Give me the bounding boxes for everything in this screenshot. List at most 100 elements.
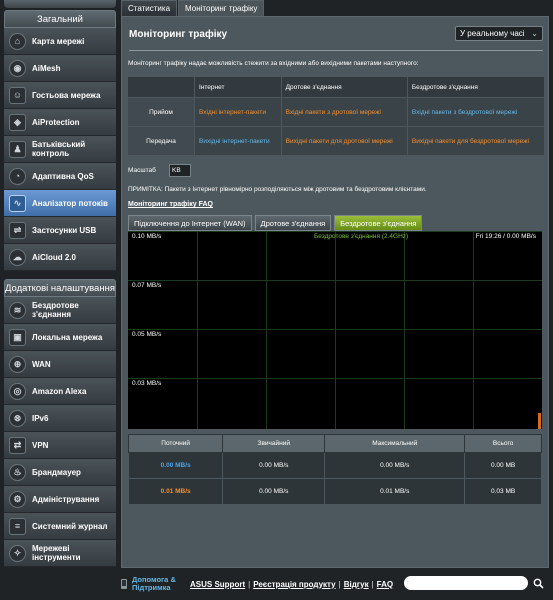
grid-line (197, 231, 198, 429)
sidebar-item-label: AiMesh (32, 63, 61, 73)
note-text: ПРИМІТКА: Пакети з Інтернет рівномірно р… (128, 186, 427, 193)
sidebar-item-label: Системний журнал (32, 521, 108, 531)
scale-select-value: KB (172, 167, 181, 174)
grid-line (266, 231, 267, 429)
help-support-link[interactable]: Допомога & Підтримка (132, 576, 184, 592)
graph-tabs: Підключення до Інтернет (WAN) Дротове з'… (128, 215, 425, 231)
table-header: Бездротове з'єднання (406, 76, 546, 98)
aiprotection-icon: ◈ (9, 113, 26, 131)
stats-cell: 0.00 MB (464, 452, 542, 479)
traffic-spike (538, 413, 541, 429)
search-input[interactable] (404, 576, 528, 590)
footer: Допомога & Підтримка ASUS Support | Реєс… (121, 572, 553, 596)
stats-header: Поточний (127, 434, 224, 453)
main-panel: Моніторинг трафіку У реальному часі ⌄ Мо… (121, 16, 549, 568)
mode-select-value: У реальному часі (460, 29, 525, 38)
table-cell: Вхідні пакети з дротової мережі (280, 97, 408, 127)
table-cell: Вихідні пакети для дротової мережі (280, 126, 408, 156)
sidebar-item-system-log[interactable]: ≡ Системний журнал (4, 513, 116, 540)
graph-tab-wireless[interactable]: Бездротове з'єднання (334, 215, 423, 231)
sidebar-item-network-tools[interactable]: ✧ Мережеві інструменти (4, 540, 116, 567)
footer-separator: | (248, 579, 251, 589)
search-icon[interactable] (531, 576, 545, 590)
title-divider (129, 50, 543, 51)
parental-control-icon: ♟ (9, 140, 26, 158)
grid-line (335, 231, 336, 429)
graph-tab-wan[interactable]: Підключення до Інтернет (WAN) (128, 215, 252, 231)
traffic-analyzer-icon: ∿ (9, 194, 26, 212)
sidebar-item-aicloud[interactable]: ☁ AiCloud 2.0 (4, 244, 116, 271)
sidebar-top-stub (4, 0, 116, 8)
tab-traffic-monitor[interactable]: Моніторинг трафіку (178, 0, 265, 16)
sidebar-item-aimesh[interactable]: ◉ AiMesh (4, 55, 116, 82)
stats-cell: 0.00 MB/s (324, 452, 466, 479)
sidebar-item-label: Бездротове з'єднання (32, 301, 79, 319)
scale-label: Масштаб (128, 167, 156, 174)
sidebar-item-label: Брандмауер (32, 467, 81, 477)
description: Моніторинг трафіку надає можливість стеж… (128, 60, 419, 67)
sidebar-item-vpn[interactable]: ⇄ VPN (4, 432, 116, 459)
usb-apps-icon: ⇌ (9, 221, 26, 239)
footer-link-faq[interactable]: FAQ (377, 580, 393, 589)
sidebar-item-label: WAN (32, 359, 51, 369)
guest-network-icon: ☺ (9, 86, 26, 104)
sidebar-item-wireless[interactable]: ≋ Бездротове з'єднання (4, 297, 116, 324)
advanced-section-header: Додаткові налаштування (4, 279, 116, 297)
mode-select[interactable]: У реальному часі ⌄ (455, 26, 543, 41)
aimesh-icon: ◉ (9, 59, 26, 77)
grid-line (473, 231, 474, 429)
table-cell: Вихідні інтернет-пакети (194, 126, 282, 156)
sidebar-item-label: Батьківський контроль (32, 140, 86, 158)
sidebar-item-label: Адаптивна QoS (32, 171, 94, 181)
top-tabs: Статистика Моніторинг трафіку (121, 0, 265, 16)
sidebar-item-wan[interactable]: ⊕ WAN (4, 351, 116, 378)
aicloud-icon: ☁ (9, 248, 26, 266)
sidebar-item-network-map[interactable]: ⌂ Карта мережі (4, 28, 116, 55)
footer-link-asus-support[interactable]: ASUS Support (190, 580, 245, 589)
stats-header: Максимальний (324, 434, 466, 453)
sidebar-item-label: Гостьова мережа (32, 90, 101, 100)
wan-icon: ⊕ (9, 355, 26, 373)
graph-tab-wired[interactable]: Дротове з'єднання (254, 215, 332, 231)
sidebar-item-adaptive-qos[interactable]: ◔ Адаптивна QoS (4, 163, 116, 190)
table-cell: Вихідні пакети для бездротової мережі (406, 126, 546, 156)
help-icon (121, 579, 127, 589)
sidebar-item-parental-control[interactable]: ♟ Батьківський контроль (4, 136, 116, 163)
table-row: Прийом Вхідні інтернет-пакети Вхідні пак… (127, 97, 546, 127)
stats-row: 0.00 MB/s 0.00 MB/s 0.00 MB/s 0.00 MB (127, 452, 542, 479)
table-header: Інтернет (194, 76, 282, 98)
sidebar-item-label: Локальна мережа (32, 332, 103, 342)
tab-statistics[interactable]: Статистика (121, 0, 178, 16)
sidebar-item-usb-apps[interactable]: ⇌ Застосунки USB (4, 217, 116, 244)
sidebar-item-lan[interactable]: ▣ Локальна мережа (4, 324, 116, 351)
sidebar-item-label: Мережеві інструменти (32, 544, 81, 562)
system-log-icon: ≡ (9, 517, 26, 535)
sidebar-item-administration[interactable]: ⚙ Адміністрування (4, 486, 116, 513)
graph-readout: Fri 19:26 / 0.00 MB/s (475, 233, 536, 240)
sidebar-item-aiprotection[interactable]: ◈ AiProtection (4, 109, 116, 136)
sidebar-item-ipv6[interactable]: ⊗ IPv6 (4, 405, 116, 432)
stats-cell: 0.00 MB/s (127, 452, 224, 479)
sidebar-item-traffic-analyzer[interactable]: ∿ Аналізатор потоків (4, 190, 116, 217)
sidebar-item-guest-network[interactable]: ☺ Гостьова мережа (4, 82, 116, 109)
sidebar: Загальний ⌂ Карта мережі ◉ AiMesh ☺ Гост… (4, 0, 116, 600)
footer-link-product-registration[interactable]: Реєстрація продукту (253, 580, 335, 589)
sidebar-item-label: Карта мережі (32, 36, 85, 46)
faq-link[interactable]: Моніторинг трафіку FAQ (128, 201, 213, 208)
sidebar-item-firewall[interactable]: ♨ Брандмауер (4, 459, 116, 486)
vpn-icon: ⇄ (9, 436, 26, 454)
table-row: Передача Вихідні інтернет-пакети Вихідні… (127, 126, 546, 156)
traffic-types-table: Інтернет Дротове з'єднання Бездротове з'… (127, 76, 546, 156)
network-map-icon: ⌂ (9, 32, 26, 50)
chevron-down-icon: ⌄ (531, 29, 538, 38)
administration-icon: ⚙ (9, 490, 26, 508)
general-section-header: Загальний (4, 10, 116, 28)
stats-cell: 0.00 MB/s (222, 452, 326, 479)
sidebar-item-label: AiCloud 2.0 (32, 252, 77, 262)
ipv6-icon: ⊗ (9, 409, 26, 427)
footer-link-feedback[interactable]: Відгук (344, 580, 369, 589)
stats-row: 0.01 MB/s 0.00 MB/s 0.01 MB/s 0.03 MB (127, 478, 542, 505)
scale-select[interactable]: KB (169, 164, 191, 177)
stats-cell: 0.01 MB/s (324, 478, 466, 505)
sidebar-item-alexa[interactable]: ◎ Amazon Alexa (4, 378, 116, 405)
